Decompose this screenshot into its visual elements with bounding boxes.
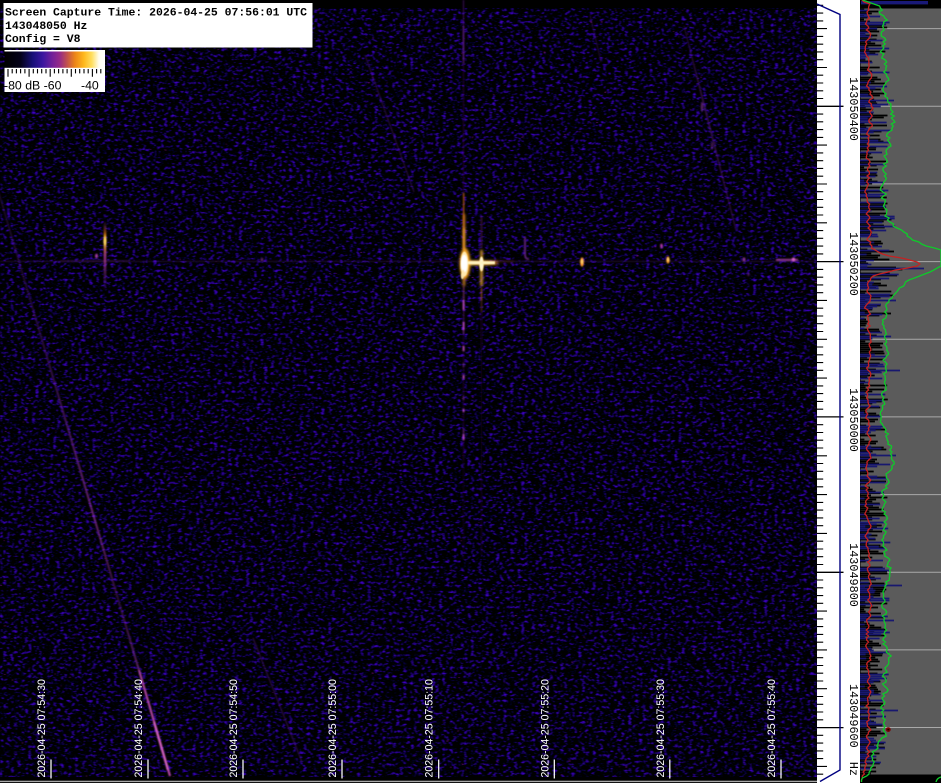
svg-text:143048050 Hz: 143048050 Hz	[5, 20, 87, 33]
svg-text:143049800: 143049800	[846, 543, 860, 607]
svg-text:Screen Capture Time: 2026-04-2: Screen Capture Time: 2026-04-25 07:56:01…	[5, 7, 307, 20]
svg-text:143049600 Hz: 143049600 Hz	[846, 684, 860, 776]
svg-text:143050400: 143050400	[846, 77, 860, 141]
svg-text:2026-04-25 07:55:10: 2026-04-25 07:55:10	[424, 679, 436, 777]
svg-text:2026-04-25 07:54:50: 2026-04-25 07:54:50	[228, 679, 240, 777]
svg-text:2026-04-25 07:55:40: 2026-04-25 07:55:40	[766, 679, 778, 777]
svg-text:2026-04-25 07:54:40: 2026-04-25 07:54:40	[133, 679, 145, 777]
svg-text:Config = V8: Config = V8	[5, 33, 81, 46]
svg-text:2026-04-25 07:54:30: 2026-04-25 07:54:30	[36, 679, 48, 777]
svg-text:143050200: 143050200	[846, 232, 860, 296]
svg-text:-40: -40	[81, 79, 99, 93]
svg-text:2026-04-25 07:55:20: 2026-04-25 07:55:20	[539, 679, 551, 777]
svg-text:2026-04-25 07:55:30: 2026-04-25 07:55:30	[655, 679, 667, 777]
svg-text:2026-04-25 07:55:00: 2026-04-25 07:55:00	[327, 679, 339, 777]
svg-text:143050000: 143050000	[846, 388, 860, 452]
svg-text:-80 dB -60: -80 dB -60	[4, 79, 62, 93]
